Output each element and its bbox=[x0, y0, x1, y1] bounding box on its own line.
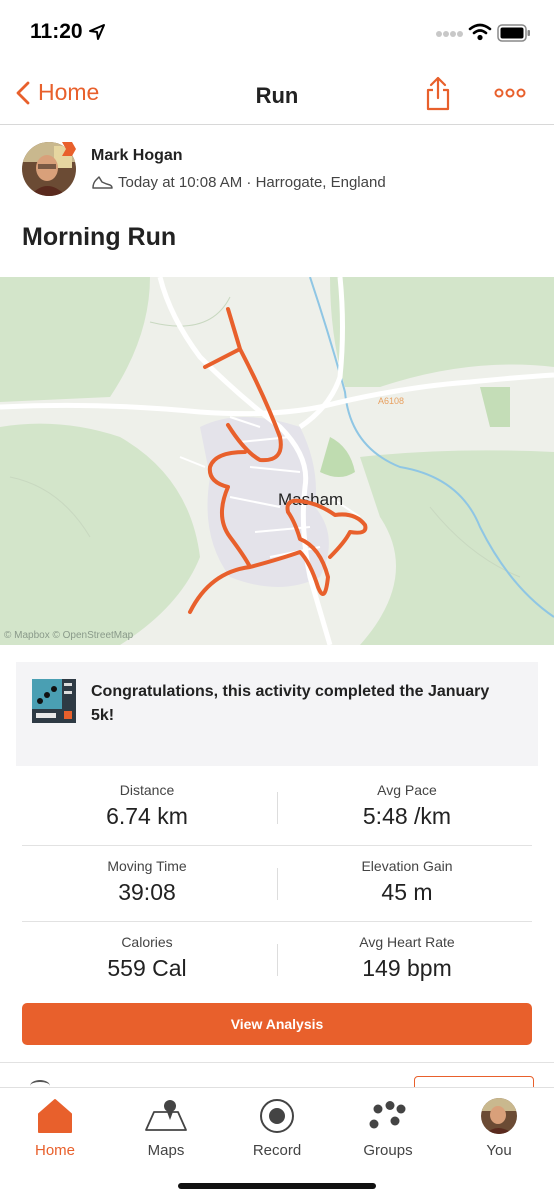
home-icon bbox=[38, 1099, 72, 1133]
stat-label: Calories bbox=[121, 934, 173, 950]
stats-row: Calories 559 Cal Avg Heart Rate 149 bpm bbox=[22, 922, 532, 997]
stat-label: Avg Heart Rate bbox=[359, 934, 455, 950]
tab-home[interactable]: Home bbox=[0, 1094, 110, 1159]
road-label: A6108 bbox=[378, 396, 404, 406]
status-time: 11:20 bbox=[30, 20, 83, 43]
avatar bbox=[481, 1098, 517, 1134]
tab-maps[interactable]: Maps bbox=[111, 1094, 221, 1159]
stat-value: 6.74 km bbox=[106, 803, 188, 829]
subscriber-badge-icon bbox=[62, 142, 76, 156]
home-indicator bbox=[178, 1183, 376, 1189]
navigation-bar: Home Run bbox=[0, 64, 554, 125]
chevron-left-icon bbox=[16, 81, 30, 104]
tab-label: Record bbox=[252, 1142, 302, 1159]
status-bar: 11:20 bbox=[0, 0, 554, 64]
stat-label: Avg Pace bbox=[377, 782, 437, 798]
stats-row: Distance 6.74 km Avg Pace 5:48 /km bbox=[22, 770, 532, 846]
route-map[interactable]: A6108 Masham bbox=[0, 277, 554, 645]
tab-label: Groups bbox=[363, 1142, 413, 1159]
athlete-name[interactable]: Mark Hogan bbox=[91, 147, 183, 165]
stat-label: Distance bbox=[119, 782, 175, 798]
back-label: Home bbox=[38, 79, 100, 105]
divider bbox=[277, 792, 278, 824]
wifi-icon bbox=[468, 23, 492, 41]
stat-elevation-gain: Elevation Gain 45 m bbox=[282, 858, 532, 906]
achievement-card[interactable]: Congratulations, this activity completed… bbox=[16, 662, 538, 766]
view-analysis-button[interactable]: View Analysis bbox=[22, 1003, 532, 1045]
stats-row: Moving Time 39:08 Elevation Gain 45 m bbox=[22, 846, 532, 922]
groups-icon bbox=[369, 1101, 406, 1129]
stat-distance: Distance 6.74 km bbox=[22, 782, 272, 830]
stat-value: 45 m bbox=[381, 879, 433, 905]
stat-label: Elevation Gain bbox=[361, 858, 453, 874]
map-icon bbox=[145, 1100, 187, 1131]
tab-label: You bbox=[486, 1142, 512, 1159]
stat-calories: Calories 559 Cal bbox=[22, 934, 272, 982]
tab-groups[interactable]: Groups bbox=[333, 1094, 443, 1159]
challenge-badge-icon bbox=[32, 679, 76, 723]
stat-value: 149 bpm bbox=[362, 955, 452, 981]
achievement-text: Congratulations, this activity completed… bbox=[91, 683, 490, 724]
shoe-icon bbox=[92, 175, 113, 189]
divider bbox=[277, 944, 278, 976]
stat-value: 39:08 bbox=[118, 879, 176, 905]
tab-label: Home bbox=[34, 1142, 75, 1159]
signal-icon bbox=[436, 31, 463, 37]
back-button[interactable]: Home bbox=[16, 79, 99, 106]
stat-value: 5:48 /km bbox=[362, 803, 452, 829]
activity-meta: Today at 10:08 AM · Harrogate, England bbox=[91, 174, 386, 191]
location-arrow-icon bbox=[89, 24, 105, 40]
stat-label: Moving Time bbox=[107, 858, 187, 874]
stat-moving-time: Moving Time 39:08 bbox=[22, 858, 272, 906]
map-attribution[interactable]: © Mapbox © OpenStreetMap bbox=[4, 630, 133, 641]
record-icon bbox=[260, 1099, 294, 1133]
battery-icon bbox=[497, 24, 530, 42]
more-options-icon[interactable] bbox=[494, 87, 526, 99]
athlete-header: Mark Hogan Today at 10:08 AM · Harrogate… bbox=[22, 142, 542, 200]
activity-meta-text: Today at 10:08 AM · Harrogate, England bbox=[118, 174, 386, 191]
stats-grid: Distance 6.74 km Avg Pace 5:48 /km Movin… bbox=[22, 770, 532, 997]
stat-avg-heart-rate: Avg Heart Rate 149 bpm bbox=[282, 934, 532, 982]
tab-label: Maps bbox=[147, 1142, 185, 1159]
activity-title: Morning Run bbox=[22, 223, 177, 251]
share-icon[interactable] bbox=[424, 76, 452, 112]
stat-value: 559 Cal bbox=[107, 955, 187, 981]
divider bbox=[277, 868, 278, 900]
section-divider bbox=[0, 1062, 554, 1063]
stat-avg-pace: Avg Pace 5:48 /km bbox=[282, 782, 532, 830]
tab-you[interactable]: You bbox=[444, 1094, 554, 1159]
tab-record[interactable]: Record bbox=[222, 1094, 332, 1159]
